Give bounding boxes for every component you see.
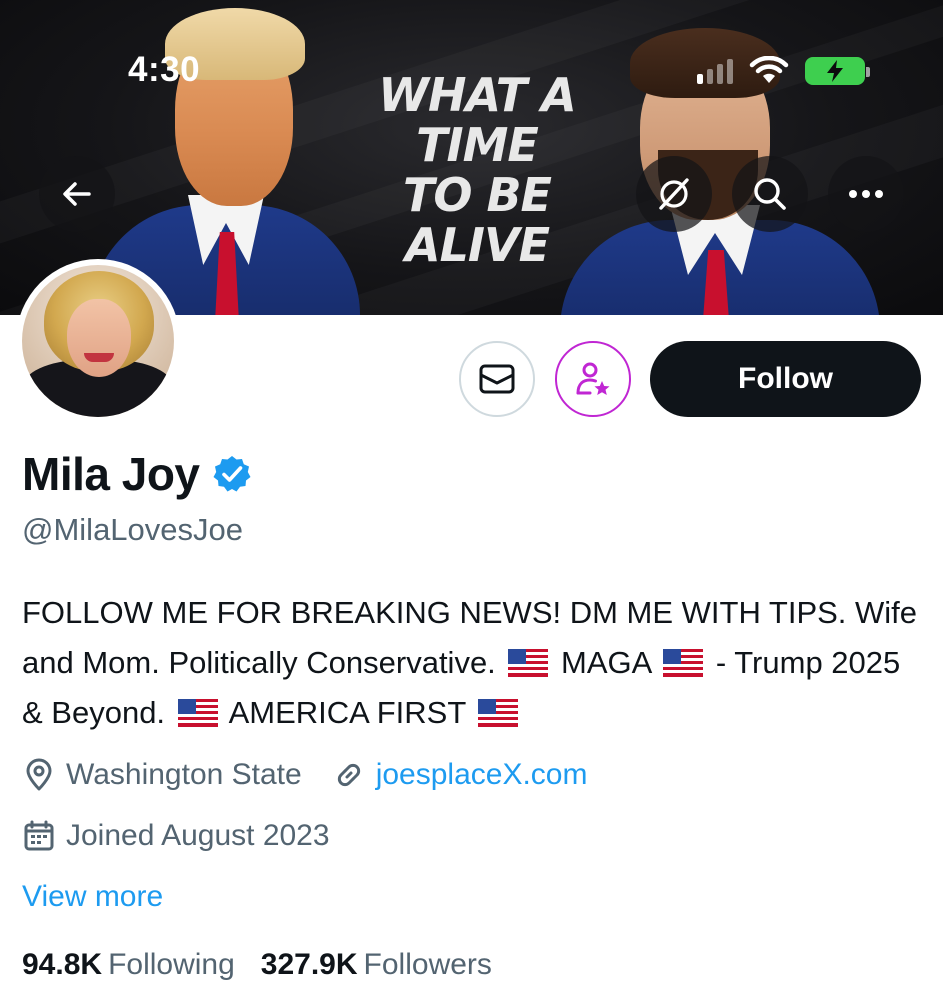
status-indicators — [697, 54, 870, 88]
battery-charging-icon — [805, 57, 870, 85]
search-icon — [754, 178, 786, 210]
subscribe-button[interactable] — [555, 341, 631, 417]
profile-meta-joined-row: Joined August 2023 — [22, 819, 330, 853]
avatar-image — [22, 265, 174, 417]
bio-text: AMERICA FIRST — [228, 695, 466, 730]
message-button[interactable] — [459, 341, 535, 417]
banner-headline-line: TO BE — [403, 168, 552, 222]
profile-location: Washington State — [66, 758, 302, 791]
following-count: 94.8K — [22, 948, 103, 981]
profile-bio: FOLLOW ME FOR BREAKING NEWS! DM ME WITH … — [22, 588, 927, 738]
avatar[interactable] — [16, 259, 180, 423]
grok-icon — [659, 178, 689, 210]
more-button[interactable] — [828, 156, 904, 232]
following-stat[interactable]: 94.8K Following — [22, 948, 235, 982]
followers-label: Followers — [363, 948, 492, 981]
us-flag-icon — [663, 649, 704, 677]
link-icon — [332, 758, 366, 792]
us-flag-icon — [177, 699, 218, 727]
followers-count: 327.9K — [260, 948, 358, 981]
banner-figure-right — [560, 0, 900, 315]
verified-badge-icon[interactable] — [212, 454, 252, 494]
calendar-icon — [22, 819, 56, 853]
profile-website-link[interactable]: joesplaceX.com — [376, 758, 588, 792]
profile-joined-date: Joined August 2023 — [66, 819, 330, 852]
banner-headline-line: TIME — [416, 118, 539, 172]
cellular-signal-icon — [697, 58, 733, 84]
profile-banner[interactable]: WHAT A TIME TO BE ALIVE 4:30 — [0, 0, 943, 315]
arrow-left-icon — [63, 182, 91, 206]
back-button[interactable] — [39, 156, 115, 232]
search-button[interactable] — [732, 156, 808, 232]
profile-name-row: Mila Joy — [22, 447, 252, 501]
bio-text: MAGA — [561, 645, 651, 680]
grok-button[interactable] — [636, 156, 712, 232]
more-horizontal-icon — [849, 190, 883, 198]
profile-name: Mila Joy — [22, 448, 200, 500]
follow-button[interactable]: Follow — [650, 341, 921, 417]
banner-headline: WHAT A TIME TO BE ALIVE — [372, 70, 582, 270]
followers-stat[interactable]: 327.9K Followers — [261, 948, 492, 982]
mail-icon — [479, 364, 515, 394]
wifi-icon — [749, 56, 789, 83]
profile-handle: @MilaLovesJoe — [22, 512, 244, 547]
status-time: 4:30 — [128, 50, 201, 89]
person-star-icon — [576, 362, 610, 395]
us-flag-icon — [508, 649, 549, 677]
banner-headline-line: ALIVE — [404, 218, 550, 272]
banner-headline-line: WHAT A — [378, 68, 576, 122]
following-label: Following — [108, 948, 235, 981]
profile-meta-location-row: Washington State joesplaceX.com — [22, 758, 587, 792]
location-pin-icon — [22, 758, 56, 792]
profile-stats: 94.8K Following 327.9K Followers — [22, 948, 492, 982]
us-flag-icon — [478, 699, 519, 727]
view-more-link[interactable]: View more — [22, 880, 163, 914]
